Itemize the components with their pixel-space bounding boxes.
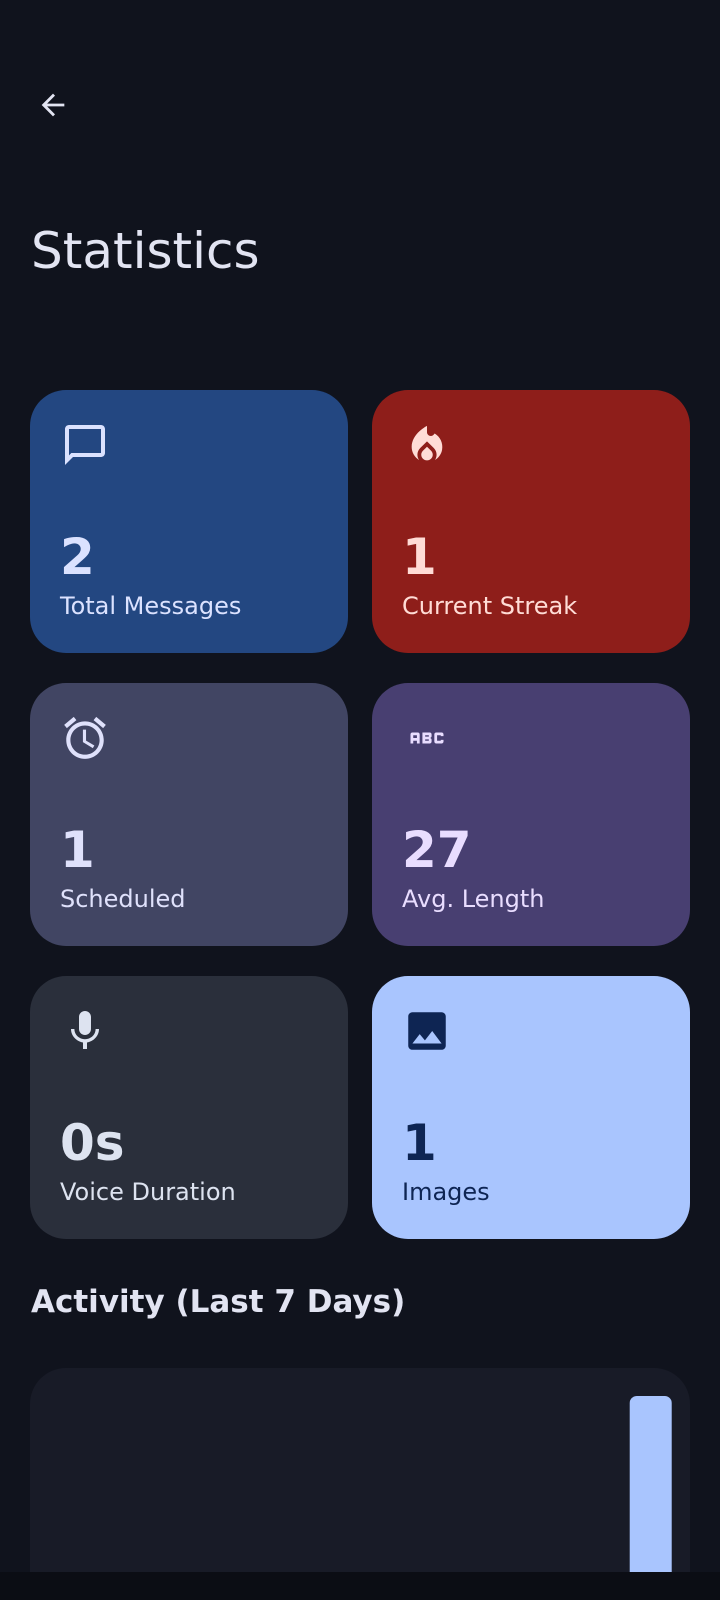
voice-duration-value: 0s	[60, 1114, 125, 1172]
scheduled-label: Scheduled	[60, 885, 186, 913]
activity-chart-card	[30, 1368, 690, 1600]
abc-text-icon	[402, 713, 452, 763]
arrow-back-icon	[41, 93, 65, 117]
card-total-messages[interactable]: 2 Total Messages	[30, 390, 348, 653]
card-voice-duration[interactable]: 0s Voice Duration	[30, 976, 348, 1239]
statistics-screen: Statistics 2 Total Messages 1 Current St…	[0, 0, 720, 1600]
total-messages-value: 2	[60, 528, 95, 586]
card-current-streak[interactable]: 1 Current Streak	[372, 390, 690, 653]
activity-section-title: Activity (Last 7 Days)	[31, 1284, 406, 1320]
activity-chart	[629, 1396, 672, 1600]
voice-duration-label: Voice Duration	[60, 1178, 236, 1206]
microphone-icon	[60, 1006, 110, 1056]
scheduled-value: 1	[60, 821, 95, 879]
back-button[interactable]	[28, 80, 78, 130]
system-navigation-bar	[0, 1572, 720, 1600]
total-messages-label: Total Messages	[60, 592, 242, 620]
activity-bar-day-7	[629, 1396, 672, 1600]
card-images[interactable]: 1 Images	[372, 976, 690, 1239]
avg-length-value: 27	[402, 821, 472, 879]
fire-icon	[402, 420, 452, 470]
card-scheduled[interactable]: 1 Scheduled	[30, 683, 348, 946]
card-avg-length[interactable]: 27 Avg. Length	[372, 683, 690, 946]
chat-bubble-icon	[60, 420, 110, 470]
images-value: 1	[402, 1114, 437, 1172]
image-icon	[402, 1006, 452, 1056]
current-streak-label: Current Streak	[402, 592, 578, 620]
current-streak-value: 1	[402, 528, 437, 586]
alarm-clock-icon	[60, 713, 110, 763]
avg-length-label: Avg. Length	[402, 885, 545, 913]
stats-grid: 2 Total Messages 1 Current Streak 1 Sche…	[30, 390, 690, 1239]
images-label: Images	[402, 1178, 490, 1206]
page-title: Statistics	[31, 222, 260, 280]
